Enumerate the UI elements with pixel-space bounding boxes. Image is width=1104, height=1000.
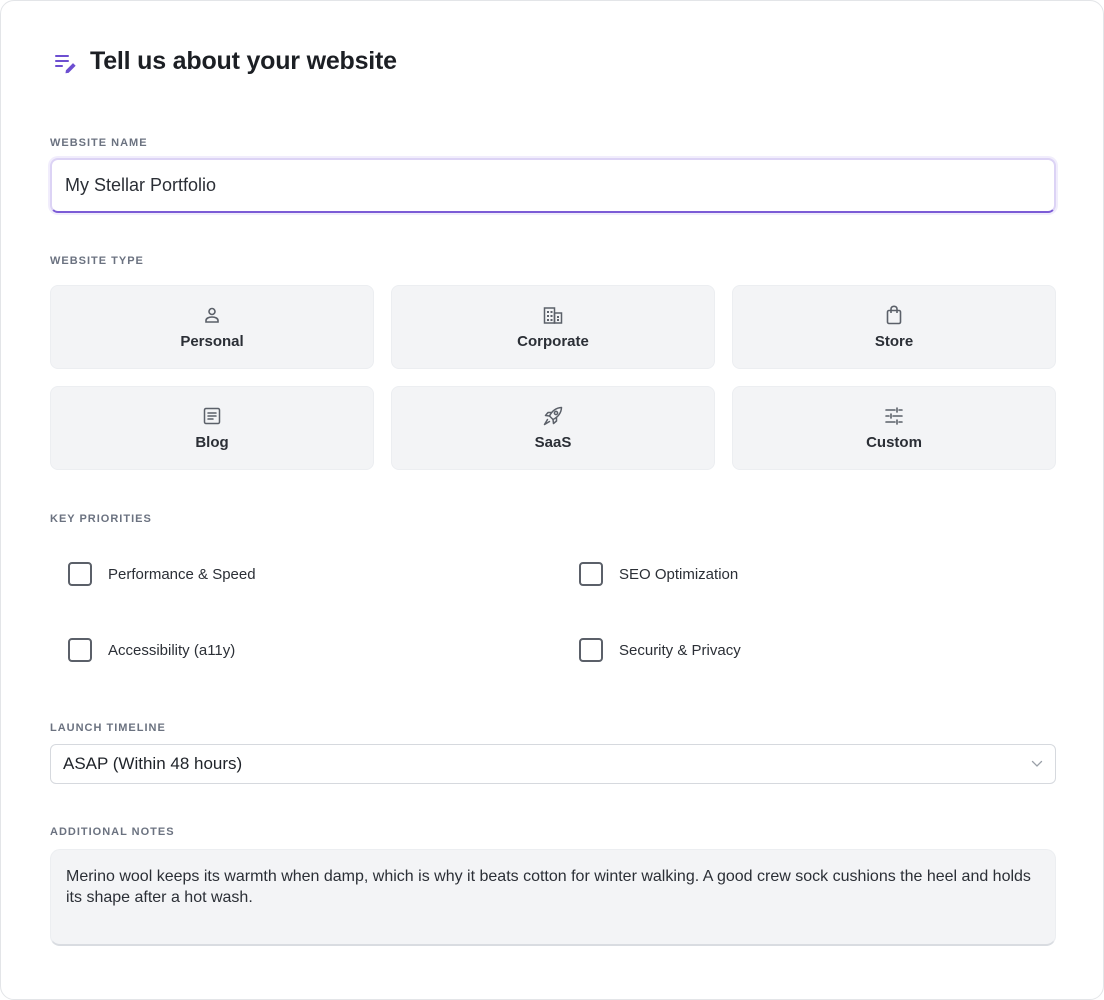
shopping-bag-icon — [884, 305, 904, 325]
accessibility-checkbox[interactable] — [68, 638, 92, 662]
type-option-corporate[interactable]: Corporate — [391, 285, 715, 369]
priority-performance[interactable]: Performance & Speed — [68, 562, 256, 586]
checkbox-label: Performance & Speed — [108, 565, 256, 583]
type-option-store[interactable]: Store — [732, 285, 1056, 369]
sliders-icon — [884, 406, 904, 426]
website-name-label: WEBSITE NAME — [50, 137, 148, 149]
additional-notes-textarea[interactable]: Merino wool keeps its warmth when damp, … — [50, 849, 1056, 946]
priority-security[interactable]: Security & Privacy — [579, 638, 741, 662]
website-type-grid: Personal Corporate Store Blog SaaS Custo… — [50, 285, 1056, 470]
checkbox-label: Accessibility (a11y) — [108, 641, 236, 659]
building-icon — [543, 305, 563, 325]
key-priorities-label: KEY PRIORITIES — [50, 513, 152, 525]
type-option-blog[interactable]: Blog — [50, 386, 374, 470]
additional-notes-label: ADDITIONAL NOTES — [50, 826, 175, 838]
seo-checkbox[interactable] — [579, 562, 603, 586]
type-option-saas[interactable]: SaaS — [391, 386, 715, 470]
security-checkbox[interactable] — [579, 638, 603, 662]
launch-timeline-label: LAUNCH TIMELINE — [50, 722, 166, 734]
type-option-personal[interactable]: Personal — [50, 285, 374, 369]
type-option-label: Store — [874, 332, 914, 350]
performance-checkbox[interactable] — [68, 562, 92, 586]
type-option-label: Personal — [180, 332, 244, 350]
website-type-label: WEBSITE TYPE — [50, 255, 144, 267]
chevron-down-icon — [1031, 755, 1043, 773]
website-form-card: Tell us about your website WEBSITE NAME … — [0, 0, 1104, 1000]
type-option-label: Blog — [195, 433, 229, 451]
article-icon — [202, 406, 222, 426]
type-option-label: Corporate — [517, 332, 589, 350]
checkbox-label: SEO Optimization — [619, 565, 739, 583]
type-option-custom[interactable]: Custom — [732, 386, 1056, 470]
page-title: Tell us about your website — [90, 47, 397, 75]
checkbox-label: Security & Privacy — [619, 641, 741, 659]
edit-list-icon — [52, 49, 78, 75]
rocket-icon — [543, 406, 563, 426]
form-header: Tell us about your website — [52, 47, 397, 76]
person-icon — [202, 305, 222, 325]
type-option-label: SaaS — [534, 433, 572, 451]
launch-timeline-select[interactable]: ASAP (Within 48 hours) — [50, 744, 1056, 784]
priority-accessibility[interactable]: Accessibility (a11y) — [68, 638, 235, 662]
type-option-label: Custom — [866, 433, 922, 451]
priority-seo[interactable]: SEO Optimization — [579, 562, 738, 586]
select-value: ASAP (Within 48 hours) — [63, 754, 243, 773]
website-name-input[interactable] — [50, 158, 1056, 213]
